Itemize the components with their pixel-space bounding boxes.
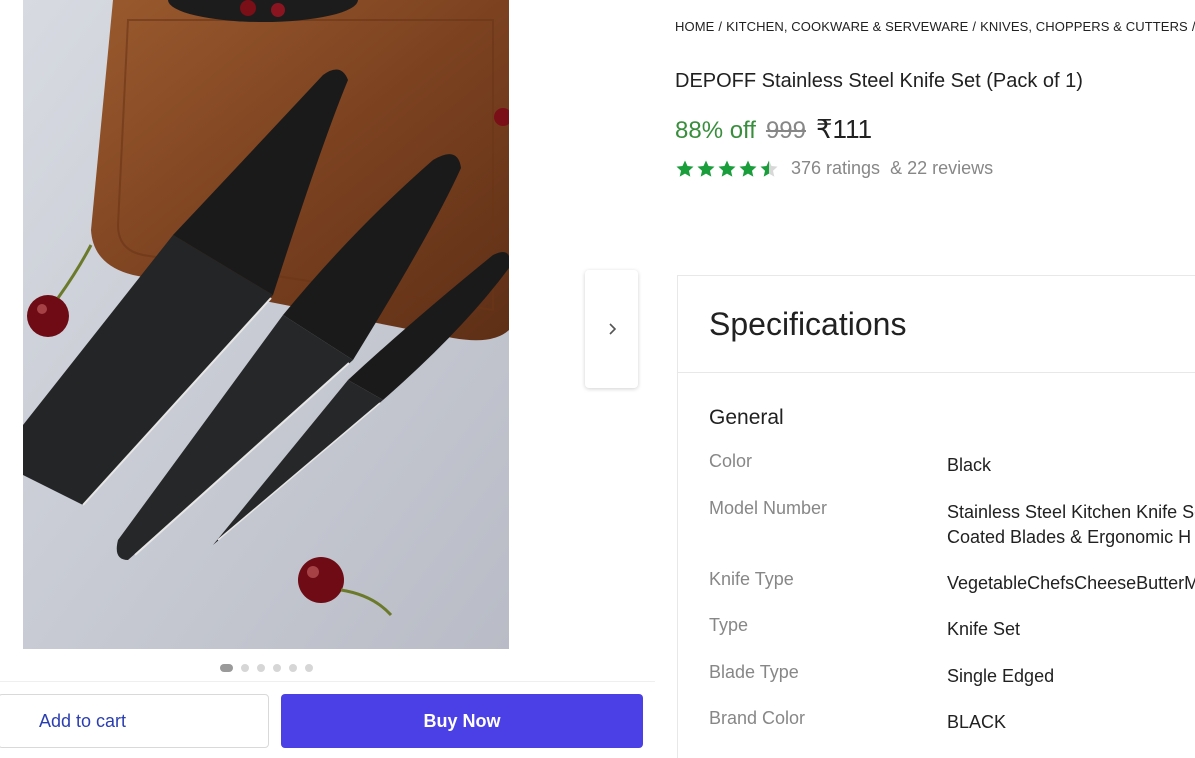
spec-key: Blade Type: [709, 662, 799, 682]
breadcrumb: HOME / KITCHEN, COOKWARE & SERVEWARE / KNIVE…: [675, 19, 1195, 34]
star-icon: [718, 160, 736, 177]
price-row: 88% off 999 ₹111: [675, 114, 872, 145]
chevron-right-icon: [608, 323, 616, 335]
buy-now-button[interactable]: Buy Now: [281, 694, 643, 748]
breadcrumb-separator: /: [718, 19, 723, 34]
spec-value: Stainless Steel Kitchen Knife Se Coated …: [947, 502, 1195, 547]
ratings-count: 376 ratings: [791, 158, 881, 178]
star-icon: [676, 160, 694, 177]
spec-key: Knife Type: [709, 569, 794, 589]
spec-key: Type: [709, 615, 749, 635]
cta-bar: Add to cart Buy Now: [0, 681, 655, 758]
breadcrumb-item-home[interactable]: HOME: [675, 19, 714, 34]
gallery-dot[interactable]: [289, 664, 297, 672]
gallery-dots[interactable]: [220, 664, 313, 672]
knife-set-photo: [23, 0, 509, 649]
specifications-header: Specifications: [678, 276, 1195, 373]
spec-value: BLACK: [947, 712, 1007, 732]
spec-value: VegetableChefsCheeseButterM: [947, 573, 1195, 593]
rating-row[interactable]: 376 ratings & 22 reviews: [675, 158, 993, 179]
star-icon: [760, 160, 778, 177]
original-price: 999: [765, 117, 806, 144]
spec-key: Color: [709, 451, 753, 471]
spec-value: Black: [947, 455, 992, 475]
gallery-dot[interactable]: [220, 664, 233, 672]
breadcrumb-item-knives[interactable]: KNIVES, CHOPPERS & CUTTERS: [980, 19, 1188, 34]
specifications-title: Specifications: [709, 305, 907, 342]
product-image[interactable]: [23, 0, 509, 649]
add-to-cart-button[interactable]: Add to cart: [0, 694, 269, 748]
breadcrumb-item-kitchen[interactable]: KITCHEN, COOKWARE & SERVEWARE: [726, 19, 968, 34]
specifications-card: Specifications General Color Black Model…: [677, 275, 1195, 758]
gallery-dot[interactable]: [241, 664, 249, 672]
spec-key: Brand Color: [709, 708, 806, 728]
star-rating: [675, 159, 779, 179]
spec-value: Knife Set: [947, 619, 1021, 639]
breadcrumb-separator: /: [972, 19, 977, 34]
spec-key: Model Number: [709, 498, 828, 518]
reviews-count: & 22 reviews: [890, 158, 994, 178]
next-image-button[interactable]: [585, 270, 638, 388]
product-title: DEPOFF Stainless Steel Knife Set (Pack o…: [675, 70, 1083, 92]
discount-badge: 88% off: [675, 117, 756, 144]
star-icon: [739, 160, 757, 177]
selling-price: ₹111: [816, 114, 873, 144]
spec-value: Single Edged: [947, 666, 1055, 686]
gallery-dot[interactable]: [257, 664, 265, 672]
spec-group-title: General: [709, 406, 784, 429]
gallery-dot[interactable]: [273, 664, 281, 672]
gallery-dot[interactable]: [305, 664, 313, 672]
star-icon: [697, 160, 715, 177]
